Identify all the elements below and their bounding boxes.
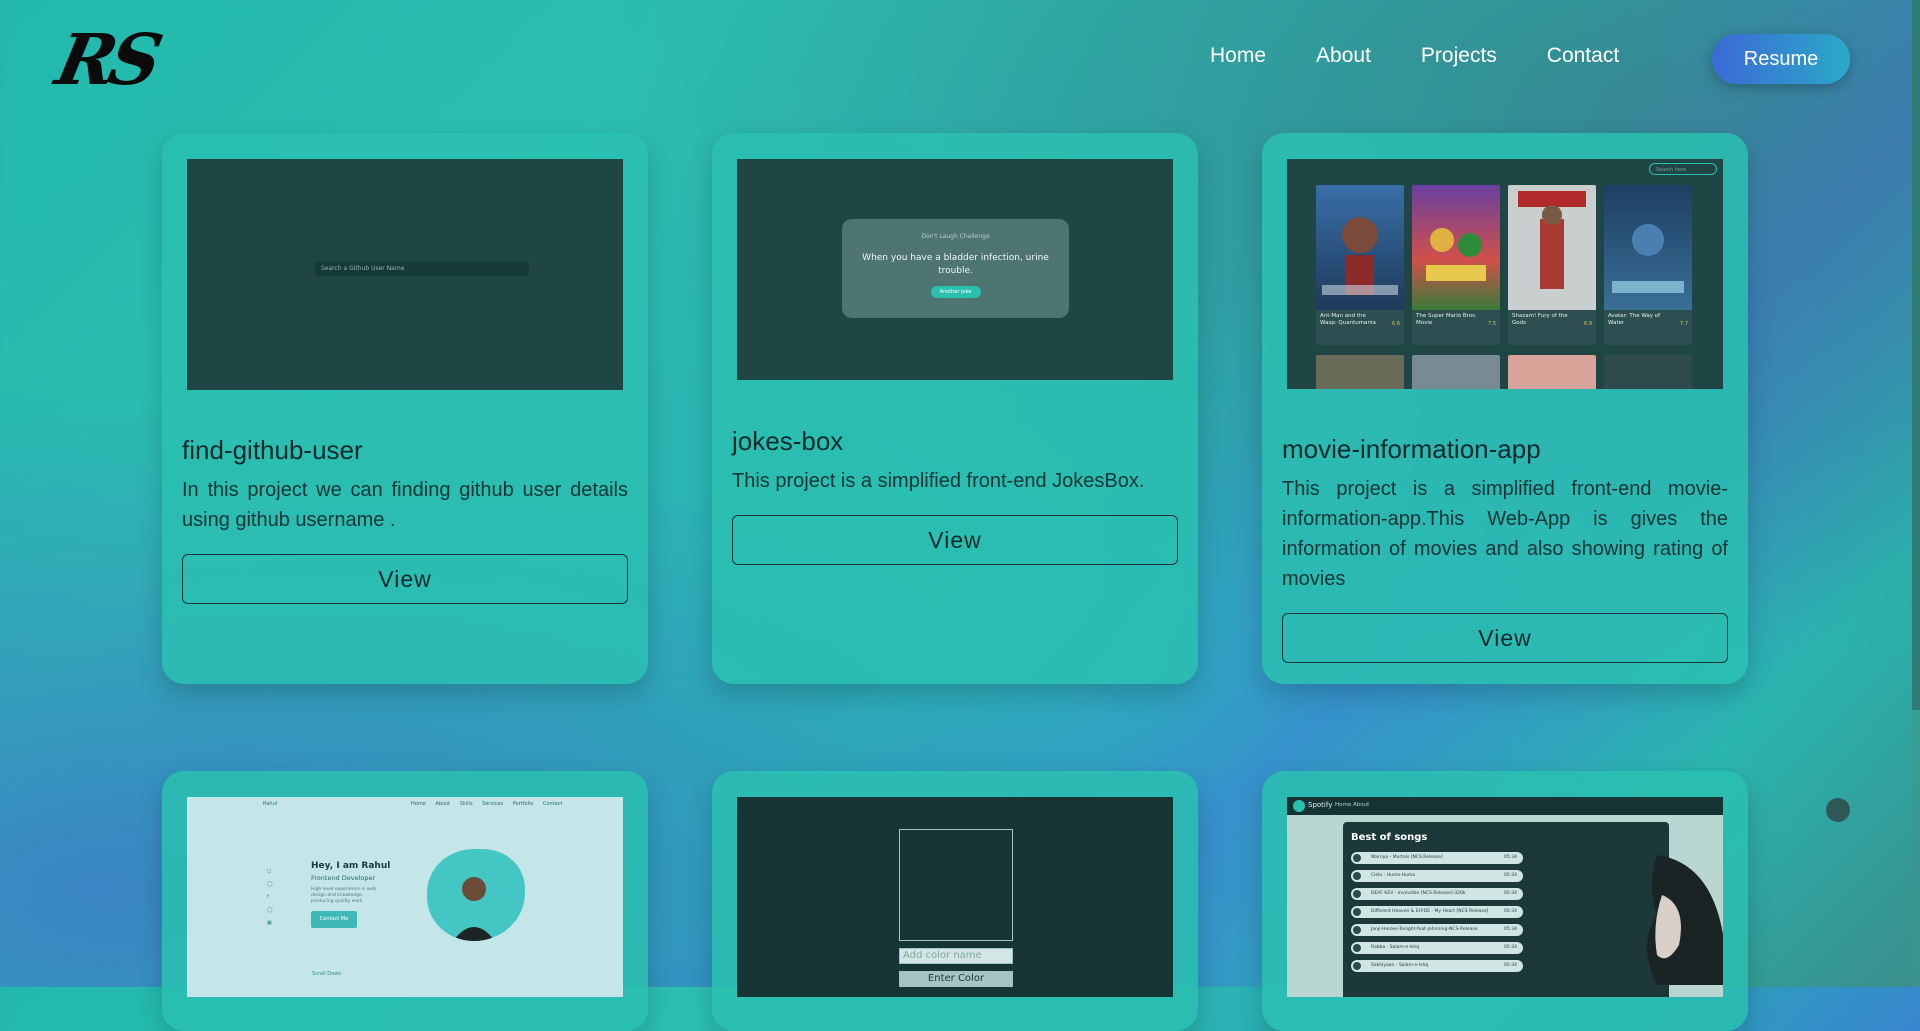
preview-movie-name: The Super Mario Bros. Movie: [1416, 313, 1477, 326]
preview-movie-name: Avatar: The Way of Water: [1608, 313, 1661, 326]
project-card-spotify-clone: Spotify Home About Best of songs Warriyo…: [1262, 771, 1748, 1031]
page-scrollbar-thumb[interactable]: [1912, 0, 1920, 710]
project-card-jokes-box: Don't Laugh Challenge When you have a bl…: [712, 133, 1198, 684]
artist-portrait-icon: [1647, 855, 1723, 985]
project-preview-image: Search a Github User Name: [187, 159, 623, 390]
person-avatar-icon: [453, 877, 495, 941]
preview-movie-rating: 6.6: [1392, 321, 1400, 327]
preview-movie-tile: [1316, 355, 1404, 389]
preview-hero-role: Frontend Developer: [311, 874, 376, 882]
project-description: This project is a simplified front-end J…: [732, 470, 1145, 492]
preview-song-row: Rabba - Salam-e-Ishq 05:34: [1351, 942, 1523, 954]
project-description: This project is a simplified front-end m…: [1282, 478, 1728, 590]
preview-scroll-down: Scroll Down: [312, 971, 342, 977]
movie-poster-icon: [1316, 185, 1404, 310]
nav-about-link[interactable]: About: [1316, 44, 1371, 68]
preview-hero-heading: Hey, I am Rahul: [311, 861, 391, 871]
preview-social-icons: ◻ ◯ f ◯ ▣: [267, 868, 273, 926]
spotify-logo-icon: [1293, 800, 1305, 812]
preview-movie-rating: 6.8: [1584, 321, 1592, 327]
preview-song-row: Sakhiyaan - Salam-e-Ishq 05:34: [1351, 960, 1523, 972]
movie-poster-icon: [1604, 185, 1692, 310]
preview-spotify-home: Home: [1335, 802, 1352, 808]
project-title: find-github-user: [182, 435, 363, 465]
movie-poster-icon: [1508, 185, 1596, 310]
page-scrollbar[interactable]: [1912, 0, 1920, 987]
view-project-button[interactable]: View: [1282, 613, 1728, 663]
preview-spotify-nav: Spotify Home About: [1287, 797, 1723, 815]
project-card-color-app: Add color name Enter Color: [712, 771, 1198, 1031]
preview-hero-text: High level experience in web design and …: [311, 887, 377, 904]
preview-movie-rating: 7.5: [1488, 321, 1496, 327]
nav-links: Home About Projects Contact: [1210, 44, 1619, 68]
preview-joke-heading: Don't Laugh Challenge: [921, 233, 990, 240]
preview-color-button: Enter Color: [899, 971, 1013, 987]
preview-song-row: Janji-Heroes-Tonight-feat-Johnning-NCS-R…: [1351, 924, 1523, 936]
project-card-portfolio: Rahul Home About Skills Services Portfol…: [162, 771, 648, 1031]
project-preview-image: Spotify Home About Best of songs Warriyo…: [1287, 797, 1723, 997]
preview-movie-tile: Avatar: The Way of Water 7.7: [1604, 185, 1692, 345]
project-description: In this project we can finding github us…: [182, 479, 628, 531]
preview-movie-tile: The Super Mario Bros. Movie 7.5: [1412, 185, 1500, 345]
preview-color-input: Add color name: [899, 948, 1013, 964]
preview-song-row: Different Heaven & EH!DE - My Heart [NCS…: [1351, 906, 1523, 918]
preview-movie-tile: [1604, 355, 1692, 389]
nav-home-link[interactable]: Home: [1210, 44, 1266, 68]
preview-color-box: [899, 829, 1013, 941]
preview-search-input: Search a Github User Name: [315, 261, 529, 276]
preview-joke-box: Don't Laugh Challenge When you have a bl…: [842, 219, 1069, 318]
movie-poster-icon: [1412, 185, 1500, 310]
preview-song-row: Cielo - Huma-Huma 05:34: [1351, 870, 1523, 882]
preview-joke-text: When you have a bladder infection, urine…: [862, 253, 1049, 276]
view-project-button[interactable]: View: [182, 554, 628, 604]
preview-movie-tile: [1412, 355, 1500, 389]
view-project-button[interactable]: View: [732, 515, 1178, 565]
preview-contact-button: Contact Me: [311, 911, 357, 928]
preview-search-input: Search here: [1649, 163, 1717, 175]
preview-spotify-brand: Spotify: [1308, 801, 1333, 809]
project-preview-image: Rahul Home About Skills Services Portfol…: [187, 797, 623, 997]
scroll-to-top-button[interactable]: [1826, 798, 1850, 822]
project-card-find-github-user: Search a Github User Name find-github-us…: [162, 133, 648, 684]
nav-projects-link[interactable]: Projects: [1421, 44, 1497, 68]
navbar: RS Home About Projects Contact Resume: [0, 0, 1920, 118]
preview-movie-tile: [1508, 355, 1596, 389]
preview-song-title: Best of songs: [1351, 832, 1428, 843]
preview-movie-name: Shazam! Fury of the Gods: [1512, 313, 1568, 326]
preview-song-row: DEAF KEV - Invincible [NCS Release]-320k…: [1351, 888, 1523, 900]
preview-spotify-about: About: [1353, 802, 1370, 808]
preview-joke-button: Another Joke: [930, 286, 981, 298]
preview-movie-name: Ant-Man and the Wasp: Quantumania: [1320, 313, 1376, 326]
nav-contact-link[interactable]: Contact: [1547, 44, 1619, 68]
preview-movie-tile: Shazam! Fury of the Gods 6.8: [1508, 185, 1596, 345]
project-preview-image: Don't Laugh Challenge When you have a bl…: [737, 159, 1173, 380]
preview-logo: Rahul: [263, 801, 278, 807]
project-preview-image: Search here Ant-Man and the Wasp: Quantu…: [1287, 159, 1723, 389]
project-preview-image: Add color name Enter Color: [737, 797, 1173, 997]
resume-button[interactable]: Resume: [1712, 34, 1850, 84]
project-title: jokes-box: [732, 426, 844, 456]
site-logo[interactable]: RS: [49, 18, 167, 102]
preview-movie-rating: 7.7: [1680, 321, 1688, 327]
preview-song-row: Warriyo - Mortals [NCS Release] 05:34: [1351, 852, 1523, 864]
project-card-movie-information-app: Search here Ant-Man and the Wasp: Quantu…: [1262, 133, 1748, 684]
preview-nav: Home About Skills Services Portfolio Con…: [411, 801, 563, 807]
preview-movie-tile: Ant-Man and the Wasp: Quantumania 6.6: [1316, 185, 1404, 345]
project-title: movie-information-app: [1282, 434, 1541, 464]
